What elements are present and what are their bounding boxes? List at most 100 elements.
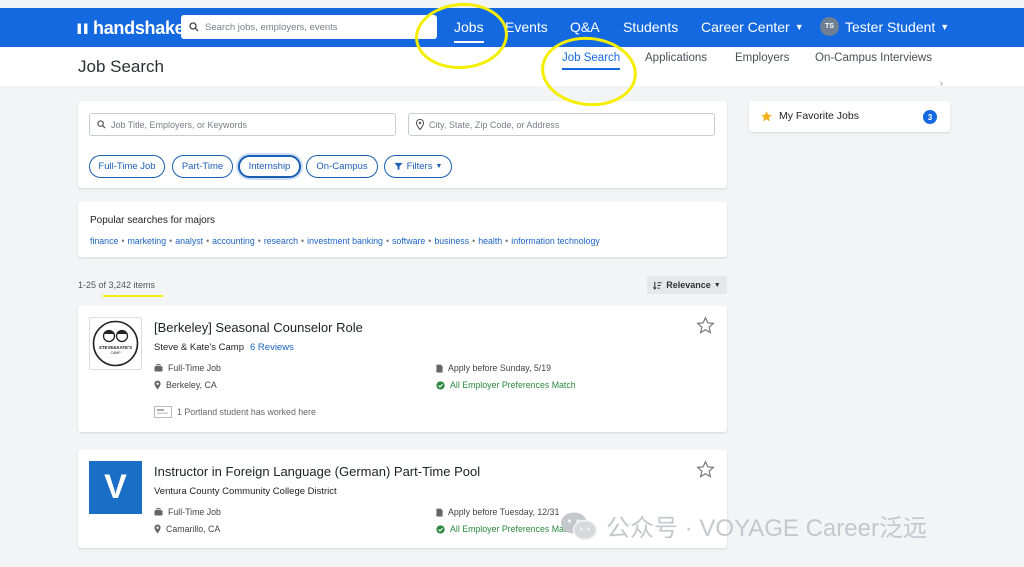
handshake-logo-icon: ıı [76,17,90,39]
highlight-underline [103,295,163,297]
tab-employers[interactable]: Employers [735,52,789,64]
filter-internship[interactable]: Internship [238,155,301,178]
sort-label: Relevance [666,280,711,290]
location-pin-icon [154,380,161,390]
nav-career-center-label: Career Center [701,19,790,35]
preferences-match-text: All Employer Preferences Match [450,380,576,390]
keyword-input[interactable] [111,119,381,130]
employer-name-text[interactable]: Steve & Kate's Camp [154,342,244,353]
job-location-text: Berkeley, CA [166,380,217,390]
watermark-text: 公众号 · VOYAGE Career泛远 [606,515,927,542]
tab-applications[interactable]: Applications [645,52,707,64]
filter-funnel-icon [394,162,403,171]
job-type-text: Full-Time Job [168,363,221,373]
briefcase-icon [154,364,163,372]
top-navigation-bar: ıı handshake Jobs Events Q&A Students Ca… [0,8,1024,47]
user-menu[interactable]: Tester Student ▼ [845,19,949,35]
apply-deadline: Apply before Sunday, 5/19 [436,363,551,373]
job-type: Full-Time Job [154,507,221,517]
preferences-match-text: All Employer Preferences Match [450,524,576,534]
popular-link[interactable]: business [434,236,469,246]
popular-searches-links: finance • marketing • analyst • accounting • res… [90,236,600,246]
document-icon [436,508,443,517]
popular-link[interactable]: accounting [212,236,255,246]
employer-name: Steve & Kate's Camp 6 Reviews [154,342,294,353]
keyword-field[interactable] [89,113,396,136]
job-location: Berkeley, CA [154,380,217,390]
job-title[interactable]: Instructor in Foreign Language (German) … [154,464,480,479]
job-location: Camarillo, CA [154,524,220,534]
nav-qa[interactable]: Q&A [570,19,600,35]
filters-label: Filters [406,161,433,172]
reviews-link[interactable]: 6 Reviews [250,342,294,353]
job-type: Full-Time Job [154,363,221,373]
employer-logo: STEVE&KATE'S CAMP [89,317,142,370]
page-title: Job Search [78,57,164,76]
job-location-text: Camarillo, CA [166,524,221,534]
popular-link[interactable]: software [392,236,425,246]
popular-link[interactable]: information technology [511,236,600,246]
results-count: 1-25 of 3,242 items [78,280,155,290]
search-filters-card: Full-Time Job Part-Time Internship On-Ca… [78,101,727,188]
social-proof-text: 1 Portland student has worked here [177,407,316,417]
sort-icon [653,281,662,290]
check-circle-icon [436,524,445,534]
favorite-jobs-label: My Favorite Jobs [779,110,859,122]
popular-link[interactable]: research [264,236,298,246]
logo-text: handshake [93,17,185,38]
apply-deadline-text: Apply before Tuesday, 12/31 [448,507,560,517]
wechat-icon [561,512,598,540]
tab-on-campus-interviews[interactable]: On-Campus Interviews [815,52,932,64]
search-icon [97,120,106,129]
watermark: 公众号 · VOYAGE Career泛远 [560,508,927,543]
handshake-logo[interactable]: ıı handshake [76,17,185,39]
school-thumbnail-icon [154,406,172,418]
favorite-star-icon[interactable] [696,316,715,335]
location-input[interactable] [429,119,699,130]
nav-career-center[interactable]: Career Center ▼ [701,19,804,35]
location-field[interactable] [408,113,715,136]
briefcase-icon [154,508,163,516]
svg-text:STEVE&KATE'S: STEVE&KATE'S [99,345,132,350]
document-icon [436,364,443,373]
popular-searches-title: Popular searches for majors [90,215,216,226]
avatar[interactable]: TS [820,17,839,36]
job-type-text: Full-Time Job [168,507,221,517]
filter-full-time-job[interactable]: Full-Time Job [89,155,165,178]
favorite-count-badge: 3 [923,110,937,124]
popular-link[interactable]: marketing [127,236,166,246]
results-count-value: 3,242 items [108,280,156,290]
nav-events[interactable]: Events [505,19,548,35]
popular-link[interactable]: finance [90,236,118,246]
job-card[interactable]: STEVE&KATE'S CAMP [Berkeley] Seasonal Co… [78,306,727,432]
chevron-down-icon: ▼ [940,22,950,32]
apply-deadline: Apply before Tuesday, 12/31 [436,507,559,517]
popular-link[interactable]: analyst [175,236,203,246]
check-circle-icon [436,380,445,390]
chevron-down-icon: ▼ [794,22,804,32]
favorite-star-icon[interactable] [696,460,715,479]
employer-logo: V [89,461,142,514]
global-search-input[interactable] [205,21,425,33]
user-name: Tester Student [845,19,936,35]
chevron-down-icon: ▼ [713,281,721,289]
global-search-box[interactable] [181,15,437,39]
nav-students[interactable]: Students [623,19,678,35]
scroll-right-icon[interactable]: › [940,78,943,88]
popular-link[interactable]: investment banking [307,236,383,246]
filters-dropdown-button[interactable]: Filters ▼ [384,155,452,178]
apply-deadline-text: Apply before Sunday, 5/19 [448,363,552,373]
preferences-match: All Employer Preferences Match [436,380,576,390]
social-proof: 1 Portland student has worked here [154,406,316,418]
sort-relevance-dropdown[interactable]: Relevance ▼ [647,276,727,294]
filter-part-time[interactable]: Part-Time [172,155,233,178]
popular-link[interactable]: health [478,236,502,246]
favorite-jobs-card[interactable]: My Favorite Jobs 3 [749,101,950,132]
employer-name-text[interactable]: Ventura County Community College Distric… [154,486,337,497]
location-pin-icon [416,119,424,130]
job-title[interactable]: [Berkeley] Seasonal Counselor Role [154,320,363,335]
star-filled-icon [761,111,772,122]
search-icon [189,22,199,32]
filter-on-campus[interactable]: On-Campus [306,155,378,178]
svg-text:CAMP: CAMP [110,351,121,355]
